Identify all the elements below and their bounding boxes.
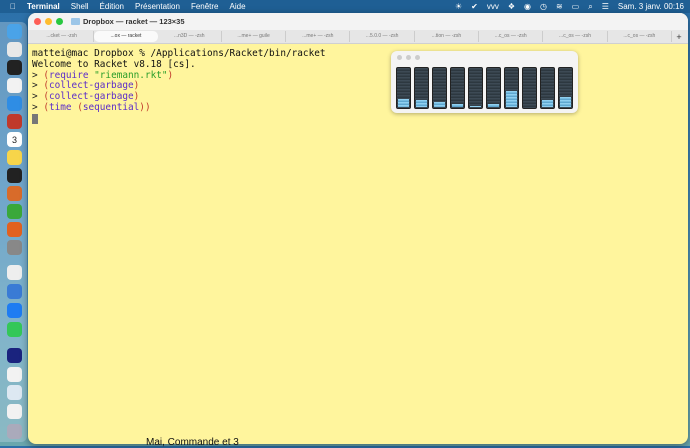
cpu-core-bar [504, 67, 519, 109]
terminal-output[interactable]: mattei@mac Dropbox % /Applications/Racke… [28, 44, 688, 133]
cpu-core-bar [540, 67, 555, 109]
battery-icon[interactable]: ▭ [572, 2, 580, 11]
scanner-icon[interactable] [7, 284, 22, 299]
menu-shell[interactable]: Shell [71, 2, 89, 11]
trash-icon[interactable] [7, 424, 22, 439]
close-button[interactable] [397, 55, 402, 60]
clock[interactable]: Sam. 3 janv. 00:16 [618, 2, 684, 11]
time-machine-icon[interactable]: ◷ [540, 2, 547, 11]
tab[interactable]: ...5.0.0 — -zsh [350, 31, 415, 42]
notes-icon[interactable] [7, 150, 22, 165]
menu-bar:  Terminal Shell Édition Présentation Fe… [0, 0, 690, 13]
record-icon[interactable]: ◉ [524, 2, 531, 11]
status-area: ☀ ✔ vvv ❖ ◉ ◷ ≋ ▭ ⌕ ☰ Sam. 3 janv. 00:16 [455, 0, 684, 13]
game-icon[interactable] [7, 186, 22, 201]
safari-icon[interactable] [7, 96, 22, 111]
minimize-button[interactable] [45, 18, 52, 25]
wifi-icon[interactable]: ≋ [556, 2, 563, 11]
new-tab-button[interactable]: + [672, 32, 686, 42]
tab[interactable]: ...c_os — -zsh [479, 31, 544, 42]
cpu-core-fill [434, 102, 445, 107]
background-window-text: Mai, Commande et 3 [146, 437, 239, 448]
tab[interactable]: ...c_os — -zsh [608, 31, 672, 42]
cpu-core-fill [506, 91, 517, 107]
document2-icon[interactable] [7, 385, 22, 400]
terminal-icon[interactable] [7, 168, 22, 183]
cpu-core-bar [522, 67, 537, 109]
cpu-core-fill [470, 105, 481, 107]
cpu-core-bar [432, 67, 447, 109]
input-line: > (time (sequential)) [32, 101, 151, 113]
cpu-core-bar [450, 67, 465, 109]
cpu-core-bar [486, 67, 501, 109]
firefox-icon[interactable] [7, 222, 22, 237]
cpu-core-bars [396, 67, 573, 109]
terminal-window: Dropbox — racket — 123×35 ...cket — -zsh… [28, 13, 688, 444]
document3-icon[interactable] [7, 404, 22, 419]
menu-presentation[interactable]: Présentation [135, 2, 180, 11]
menu-aide[interactable]: Aide [230, 2, 246, 11]
title-bar[interactable]: Dropbox — racket — 123×35 [28, 13, 688, 30]
tab-bar: ...cket — -zsh ...ox — racket ...n3D — -zs… [28, 30, 688, 44]
control-center-icon[interactable]: ☰ [602, 2, 609, 11]
apple-icon[interactable]:  [10, 2, 16, 11]
dropbox-icon[interactable]: ❖ [508, 2, 515, 11]
app-store-icon[interactable] [7, 303, 22, 318]
launchpad-icon[interactable] [7, 42, 22, 57]
zoom-button[interactable] [415, 55, 420, 60]
tab[interactable]: ...tion — -zsh [415, 31, 480, 42]
system-settings-icon[interactable] [7, 240, 22, 255]
vim-icon[interactable] [7, 204, 22, 219]
brightness-icon[interactable]: ☀ [455, 2, 462, 11]
tab[interactable]: ...n3D — -zsh [158, 31, 222, 42]
folder-icon [71, 18, 80, 25]
dock: 3 [0, 22, 27, 442]
tab[interactable]: ...c_os — -zsh [543, 31, 608, 42]
tab[interactable]: ...cket — -zsh [30, 31, 95, 42]
vw-icon[interactable]: vvv [487, 2, 499, 11]
cpu-core-fill [416, 100, 427, 107]
cpu-core-bar [414, 67, 429, 109]
menu-fenetre[interactable]: Fenêtre [191, 2, 219, 11]
cpu-meter-window[interactable] [391, 51, 578, 113]
window-title: Dropbox — racket — 123×35 [83, 17, 185, 26]
screen-icon[interactable] [7, 348, 22, 363]
finder-icon[interactable] [7, 24, 22, 39]
cpu-core-fill [560, 97, 571, 107]
cpu-core-fill [488, 103, 499, 107]
close-button[interactable] [34, 18, 41, 25]
tab[interactable]: ...me+ — -zsh [286, 31, 351, 42]
minimize-button[interactable] [406, 55, 411, 60]
zoom-button[interactable] [56, 18, 63, 25]
cpu-core-bar [468, 67, 483, 109]
text-cursor [32, 113, 38, 124]
cpu-core-bar [396, 67, 411, 109]
cpu-core-bar [558, 67, 573, 109]
cpu-core-fill [542, 100, 553, 107]
textedit-icon[interactable] [7, 265, 22, 280]
cpu-core-fill [452, 103, 463, 107]
tab[interactable]: ...ox — racket [94, 31, 158, 42]
reminders-icon[interactable] [7, 78, 22, 93]
racket-icon[interactable] [7, 114, 22, 129]
document1-icon[interactable] [7, 367, 22, 382]
menu-edition[interactable]: Édition [100, 2, 124, 11]
battery-check-icon[interactable]: ✔ [471, 2, 478, 11]
tab[interactable]: ...me+ — guile [222, 31, 287, 42]
menu-app[interactable]: Terminal [27, 2, 60, 11]
search-icon[interactable]: ⌕ [588, 2, 592, 12]
messages-icon[interactable] [7, 322, 22, 337]
cpu-core-fill [398, 99, 409, 107]
calendar-icon[interactable]: 3 [7, 132, 22, 147]
activity-monitor-icon[interactable] [7, 60, 22, 75]
